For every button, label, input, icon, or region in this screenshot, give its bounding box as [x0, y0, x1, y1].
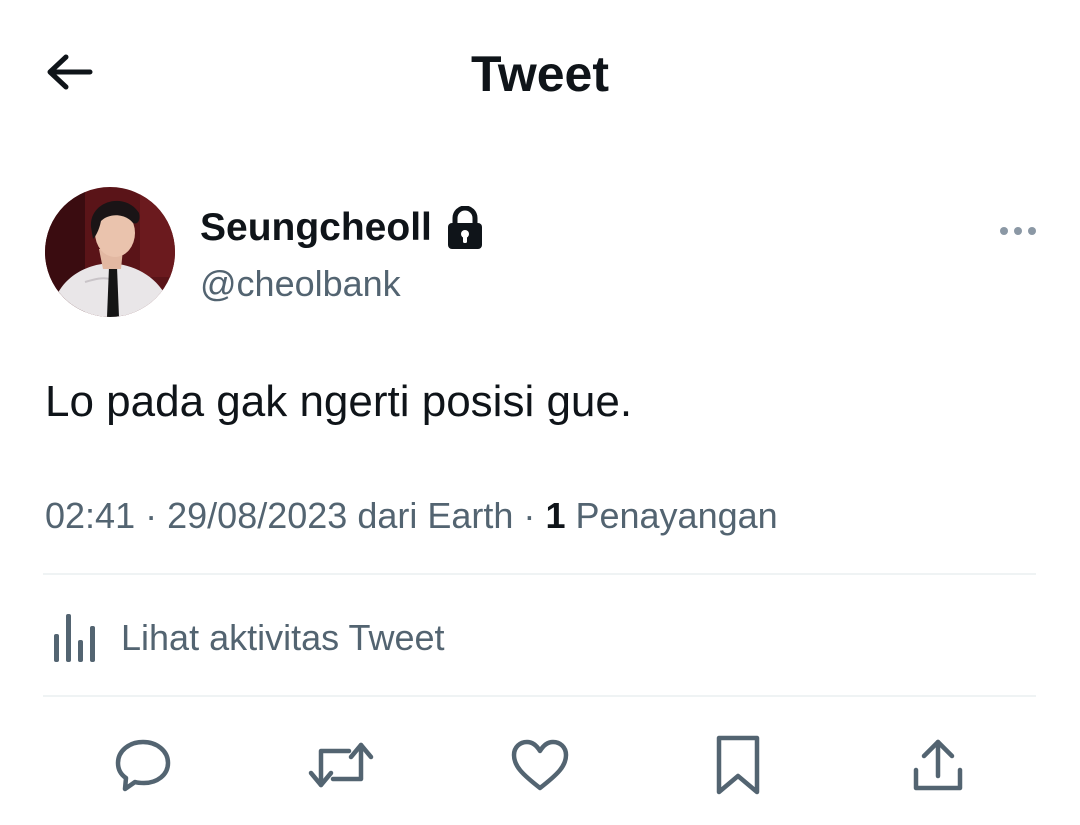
page-title: Tweet	[471, 46, 609, 102]
retweet-button[interactable]	[306, 730, 376, 800]
reply-icon	[115, 739, 171, 792]
view-activity-label: Lihat aktivitas Tweet	[121, 617, 445, 658]
display-name[interactable]: Seungcheoll	[200, 200, 432, 256]
tweet-source[interactable]: dari Earth	[357, 495, 513, 536]
divider	[43, 573, 1036, 575]
meta-separator: ·	[523, 495, 536, 536]
author-name-row: Seungcheoll	[200, 200, 484, 256]
more-button[interactable]	[995, 210, 1040, 252]
views-count: 1	[545, 495, 566, 536]
tweet-date: 29/08/2023	[167, 495, 348, 536]
author-handle[interactable]: @cheolbank	[200, 262, 401, 306]
tweet-text: Lo pada gak ngerti posisi gue.	[45, 377, 633, 426]
meta-separator: ·	[145, 495, 158, 536]
share-button[interactable]	[903, 730, 973, 800]
bookmark-icon	[716, 735, 760, 795]
tweet-meta: 02:41 · 29/08/2023 dari Earth · 1 Penaya…	[45, 492, 778, 540]
avatar[interactable]	[45, 187, 175, 317]
divider	[43, 695, 1036, 697]
tweet-time: 02:41	[45, 495, 136, 536]
more-horizontal-icon	[999, 227, 1036, 235]
view-activity-link[interactable]: Lihat aktivitas Tweet	[45, 608, 445, 668]
reply-button[interactable]	[108, 730, 178, 800]
retweet-icon	[308, 742, 374, 788]
like-button[interactable]	[505, 730, 575, 800]
bar-chart-icon	[54, 614, 95, 662]
bookmark-button[interactable]	[703, 730, 773, 800]
heart-icon	[511, 739, 569, 791]
views-label: Penayangan	[575, 495, 778, 536]
share-icon	[913, 739, 963, 791]
lock-icon	[446, 206, 484, 250]
